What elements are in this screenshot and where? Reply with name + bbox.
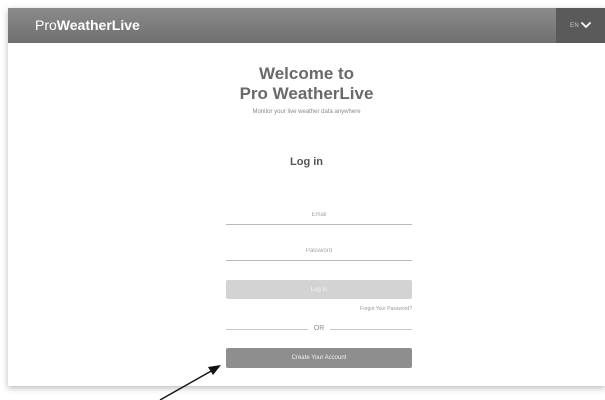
email-field[interactable] [226,206,412,225]
forgot-password-link[interactable]: Forgot Your Password? [298,306,412,313]
divider-line-right [330,328,412,330]
login-heading: Log in [290,156,323,168]
password-field[interactable] [226,242,412,261]
login-button[interactable]: Log in [226,280,412,299]
welcome-subtitle: Monitor your live weather data anywhere [252,109,361,115]
brand-logo: ProWeatherLive [35,17,140,33]
language-label: EN [570,22,579,29]
brand-name: WeatherLive [56,17,140,33]
brand-prefix: Pro [35,17,57,33]
welcome-title-line1: Welcome to [258,64,355,83]
or-divider: OR [226,324,412,334]
language-selector[interactable]: EN [556,8,605,43]
welcome-title-line2: Pro WeatherLive [239,84,374,103]
login-page-card: ProWeatherLive EN Welcome to Pro Weather… [8,8,605,386]
or-label: OR [313,325,325,332]
top-bar: ProWeatherLive EN [8,8,605,43]
divider-line-left [226,328,308,330]
create-account-button[interactable]: Create Your Account [226,348,412,368]
chevron-down-icon [581,22,591,28]
